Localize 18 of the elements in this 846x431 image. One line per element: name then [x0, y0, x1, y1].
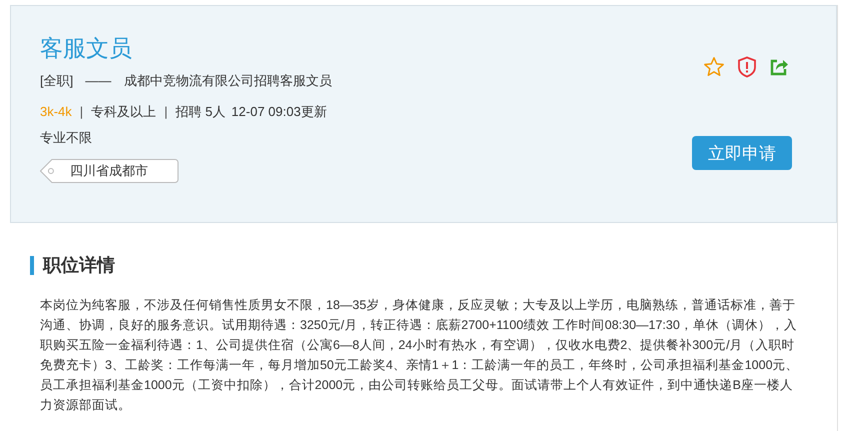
apply-button[interactable]: 立即申请 — [692, 136, 792, 170]
separator: | — [80, 103, 84, 121]
major-requirement: 专业不限 — [40, 129, 92, 147]
star-icon[interactable] — [703, 56, 725, 78]
job-description: 本岗位为纯客服，不涉及任何销售性质男女不限，18—35岁，身体健康，反应灵敏；大专及以上学历，电脑熟练，普通话标准，善于沟通、协调，良好的服务意识。试用期待遇：3250元/月，转正待遇：底薪2700+1100绩效 工作时间08:30—17:30，单休（调休），入职购买五险一金福利待遇：1、公司提供住宿（公寓6—8人间，24小时有热水，有空调），仅收水电费2、提供餐补300元/月（入职时免费充卡）3、工龄奖：工作每满一年，每月增加50元工龄奖4、亲情1＋1：工龄满一年的员工，年终时，公司承担福利基金1000元、员工承担福利基金1000元（工资中扣除），合计2000元，由公司转账给员工父母。面试请带上个人有效证件，到中通快递B座一楼人力资源部面试。 — [40, 297, 799, 414]
job-type: [全职] — [40, 72, 74, 90]
warning-shield-icon[interactable] — [737, 56, 757, 78]
separator: | — [164, 103, 168, 121]
salary-range: 3k-4k — [40, 103, 72, 121]
company-line: 成都中竞物流有限公司招聘客服文员 — [124, 72, 332, 90]
job-info: 12-07 09:03更新 — [231, 103, 327, 121]
section-title: 职位详情 — [43, 254, 115, 277]
job-title: 客服文员 — [40, 34, 133, 63]
location-tag: 四川省成都市 — [40, 159, 179, 183]
job-info: 招聘 5人 — [176, 103, 226, 121]
share-icon[interactable] — [769, 57, 789, 77]
dash-separator: —— — [85, 72, 112, 90]
job-info: 专科及以上 — [91, 103, 156, 121]
